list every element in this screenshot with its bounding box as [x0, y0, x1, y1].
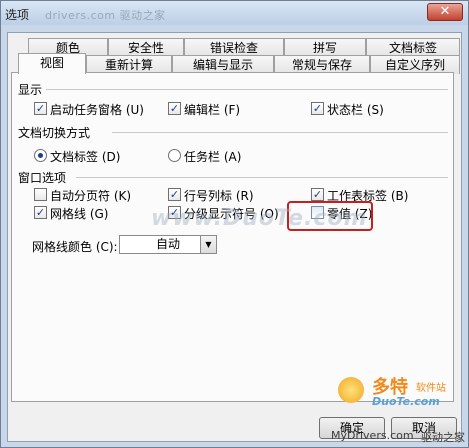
- dropdown-arrow-icon[interactable]: ▼: [200, 236, 216, 253]
- options-dialog: 选项 drivers.com 驱动之家 ✕ 颜色 安全性 错误检查 拼写 文档标…: [0, 0, 469, 448]
- row-col-headers-label: 行号列标 (R): [184, 189, 254, 203]
- watermark-logo: 多特 软件站 DuoTe.com: [334, 371, 464, 415]
- auto-pagebreak-label: 自动分页符 (K): [50, 189, 132, 203]
- row-col-headers-checkbox[interactable]: ✓: [168, 188, 181, 201]
- check-icon: ✓: [35, 206, 46, 219]
- doc-tabs-radio-label: 文档标签 (D): [50, 150, 121, 164]
- taskbar-radio[interactable]: [168, 149, 181, 162]
- gridline-color-select[interactable]: 自动 ▼: [119, 235, 217, 254]
- watermark-bottom-right: 驱动之家: [421, 431, 465, 444]
- dialog-title: 选项: [5, 8, 30, 22]
- divider: [112, 132, 448, 133]
- close-button[interactable]: ✕: [427, 3, 463, 21]
- watermark-logo-url: DuoTe.com: [372, 395, 440, 408]
- tab-view[interactable]: 视图: [18, 53, 86, 74]
- startup-taskpane-label: 启动任务窗格 (U): [50, 103, 144, 117]
- radio-selected-dot: [38, 153, 43, 158]
- startup-taskpane-checkbox[interactable]: ✓: [34, 102, 47, 115]
- view-tab-page: 显示 ✓ 启动任务窗格 (U) ✓ 编辑栏 (F) ✓ 状态栏 (S) 文档切换…: [11, 72, 454, 402]
- doc-tabs-radio[interactable]: [34, 149, 47, 162]
- sheet-tabs-checkbox[interactable]: ✓: [311, 188, 324, 201]
- formula-bar-checkbox[interactable]: ✓: [168, 102, 181, 115]
- section-title-window-options: 窗口选项: [18, 171, 67, 185]
- close-icon: ✕: [439, 4, 451, 19]
- formula-bar-label: 编辑栏 (F): [184, 103, 241, 117]
- check-icon: ✓: [312, 102, 323, 115]
- watermark-top: drivers.com 驱动之家: [45, 9, 166, 22]
- gridlines-checkbox[interactable]: ✓: [34, 206, 47, 219]
- check-icon: ✓: [169, 102, 180, 115]
- check-icon: ✓: [35, 102, 46, 115]
- divider: [46, 89, 448, 90]
- status-bar-checkbox[interactable]: ✓: [311, 102, 324, 115]
- check-icon: ✓: [169, 188, 180, 201]
- gridlines-label: 网格线 (G): [50, 207, 109, 221]
- sun-logo-icon: [338, 377, 364, 403]
- watermark-center: www.DuoTe.com: [151, 206, 368, 231]
- section-title-doc-switch: 文档切换方式: [18, 126, 91, 140]
- gridline-color-label: 网格线颜色 (C):: [32, 240, 118, 254]
- auto-pagebreak-checkbox[interactable]: [34, 188, 47, 201]
- section-title-display: 显示: [18, 83, 43, 97]
- check-icon: ✓: [312, 188, 323, 201]
- title-bar[interactable]: 选项 drivers.com 驱动之家 ✕: [1, 1, 468, 25]
- status-bar-label: 状态栏 (S): [327, 103, 384, 117]
- taskbar-radio-label: 任务栏 (A): [184, 150, 242, 164]
- watermark-logo-sub: 软件站: [416, 383, 446, 394]
- divider: [76, 177, 448, 178]
- gridline-color-value: 自动: [155, 237, 180, 251]
- watermark-bottom-left: MyDrivers.com: [331, 429, 414, 442]
